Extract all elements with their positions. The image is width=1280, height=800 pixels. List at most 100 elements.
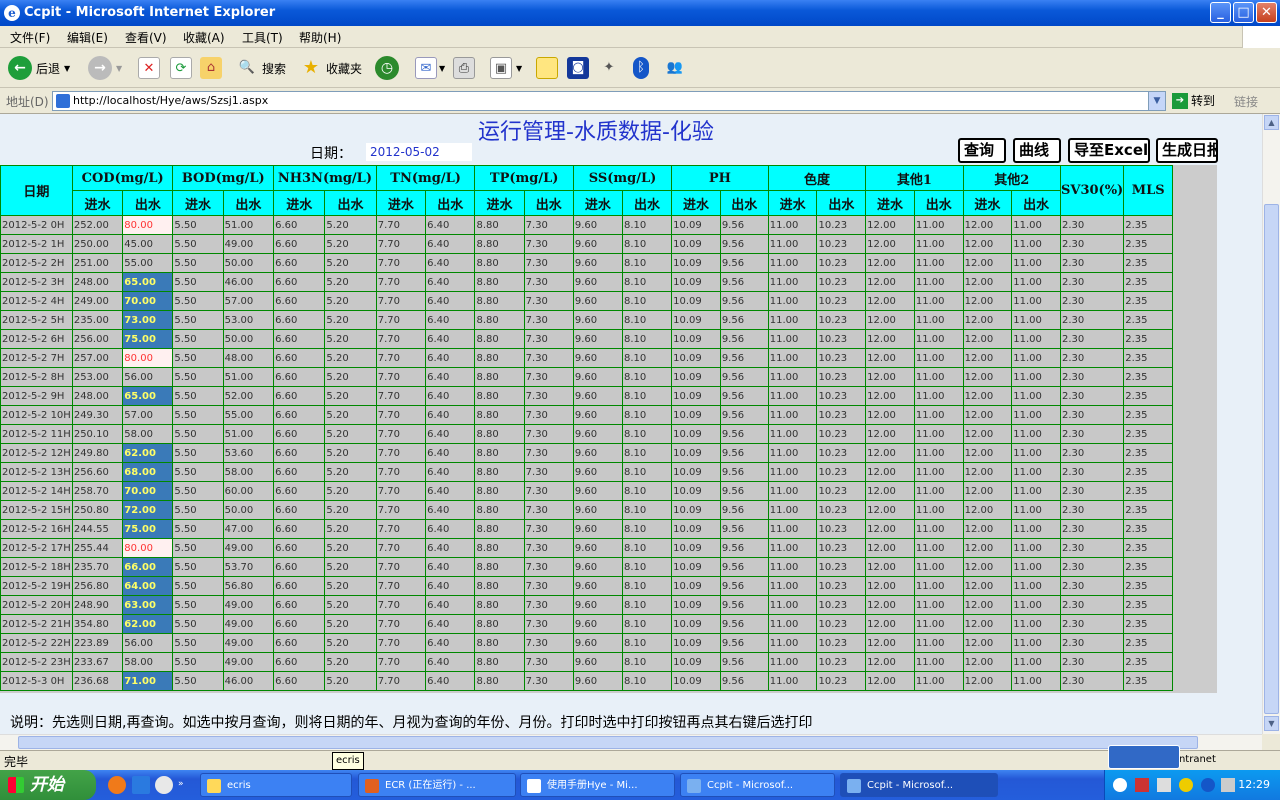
contacts-button[interactable]: 👥 (664, 55, 686, 81)
tray-app-icon[interactable] (1135, 778, 1149, 792)
address-input[interactable]: http://localhost/Hye/aws/Szsj1.aspx ▼ (52, 91, 1166, 111)
stop-button[interactable]: ✕ (138, 55, 160, 81)
notes-button[interactable] (536, 55, 558, 81)
mail-dropdown-icon[interactable]: ▼ (439, 64, 445, 73)
cell-date: 2012-5-2 21H (0, 614, 73, 634)
forward-button[interactable]: → ▼ (88, 55, 122, 81)
date-input[interactable]: 2012-05-02 (366, 143, 472, 161)
menu-help[interactable]: 帮助(H) (299, 29, 341, 46)
cell-o1-out: 11.00 (913, 652, 964, 672)
menu-tools[interactable]: 工具(T) (242, 29, 283, 46)
back-button[interactable]: ← 后退 ▼ (8, 55, 70, 81)
task-ccpit-2[interactable]: Ccpit - Microsof... (840, 773, 998, 797)
cell-o1-in: 12.00 (865, 386, 915, 406)
quicklaunch-more-icon[interactable]: » (178, 779, 184, 789)
cell-o1-out: 11.00 (913, 557, 964, 577)
favorites-button[interactable]: ★ 收藏夹 (300, 55, 362, 81)
generate-daily-report-button[interactable]: 生成日报 (1156, 138, 1218, 163)
menu-view[interactable]: 查看(V) (125, 29, 167, 46)
cell-tp-out: 7.30 (523, 272, 574, 292)
word-icon[interactable] (132, 776, 150, 794)
cell-nh3n-out: 5.20 (324, 386, 377, 406)
history-button[interactable]: ◷ (375, 55, 399, 81)
cell-date: 2012-5-2 4H (0, 291, 73, 311)
cell-ss-out: 8.10 (621, 538, 673, 558)
curve-button[interactable]: 曲线 (1013, 138, 1061, 163)
column-header-outflow: 出水 (222, 190, 275, 216)
task-ecris[interactable]: ecris (200, 773, 352, 797)
refresh-button[interactable]: ⟳ (170, 55, 192, 81)
vertical-scrollbar[interactable]: ▲ ▼ (1262, 114, 1280, 734)
scroll-up-icon[interactable]: ▲ (1264, 115, 1279, 130)
tray-expand-icon[interactable] (1113, 778, 1127, 792)
column-group-header: 色度 (767, 165, 867, 191)
address-dropdown-icon[interactable]: ▼ (1148, 92, 1165, 110)
forward-dropdown-icon[interactable]: ▼ (116, 64, 122, 73)
tray-bluetooth-icon[interactable] (1201, 778, 1215, 792)
close-button[interactable]: ✕ (1256, 2, 1277, 23)
cell-tn-out: 6.40 (425, 652, 476, 672)
print-button[interactable]: ⎙ (453, 55, 475, 81)
cell-ss-out: 8.10 (621, 253, 673, 273)
media-player-icon[interactable] (155, 776, 173, 794)
export-excel-button[interactable]: 导至Excel (1068, 138, 1150, 163)
cell-tp-in: 8.80 (474, 443, 525, 463)
cell-o1-in: 12.00 (865, 234, 915, 254)
cell-cod-out: 56.00 (122, 367, 174, 387)
maximize-button[interactable]: □ (1233, 2, 1254, 23)
minimize-button[interactable]: _ (1210, 2, 1231, 23)
bluetooth-button[interactable]: ᛒ (633, 55, 649, 81)
cell-date: 2012-5-2 0H (0, 215, 73, 235)
menu-edit[interactable]: 编辑(E) (67, 29, 108, 46)
menu-file[interactable]: 文件(F) (10, 29, 50, 46)
cell-tn-out: 6.40 (425, 443, 476, 463)
scroll-down-icon[interactable]: ▼ (1264, 716, 1279, 731)
vertical-scroll-thumb[interactable] (1264, 204, 1279, 714)
cell-date: 2012-5-2 1H (0, 234, 73, 254)
cell-ph-in: 10.09 (671, 462, 721, 482)
edit-dropdown-icon[interactable]: ▼ (516, 64, 522, 73)
cell-ss-out: 8.10 (621, 386, 673, 406)
cell-tp-in: 8.80 (474, 652, 525, 672)
task-ecr[interactable]: ECR (正在运行) - ... (358, 773, 516, 797)
search-button[interactable]: 🔍 搜索 (236, 55, 286, 81)
home-button[interactable]: ⌂ (200, 55, 222, 81)
horizontal-scrollbar[interactable] (0, 734, 1262, 750)
menu-favorites[interactable]: 收藏(A) (183, 29, 225, 46)
cell-cod-out: 71.00 (122, 671, 174, 691)
cell-tp-in: 8.80 (474, 424, 525, 444)
cell-sv30: 2.30 (1059, 310, 1125, 330)
back-dropdown-icon[interactable]: ▼ (64, 64, 70, 73)
tray-security-icon[interactable] (1179, 778, 1193, 792)
cell-tn-out: 6.40 (425, 272, 476, 292)
cell-bod-out: 53.70 (222, 557, 275, 577)
go-button[interactable]: ➔ 转到 (1172, 92, 1215, 109)
cell-color-out: 10.23 (816, 348, 867, 368)
task-manual[interactable]: 使用手册Hye - Mi... (520, 773, 675, 797)
horizontal-scroll-thumb[interactable] (18, 736, 1198, 749)
cell-ph-out: 9.56 (719, 595, 769, 615)
ime-language-bar[interactable] (1108, 745, 1180, 769)
cell-tp-in: 8.80 (474, 272, 525, 292)
start-button[interactable]: 开始 (0, 770, 96, 800)
research-button[interactable]: ◙ (567, 55, 589, 81)
mail-button[interactable]: ✉ ▼ (415, 55, 445, 81)
tray-volume-icon[interactable] (1221, 778, 1235, 792)
query-button[interactable]: 查询 (958, 138, 1006, 163)
firefox-icon[interactable] (108, 776, 126, 794)
cell-sv30: 2.30 (1059, 234, 1125, 254)
cell-cod-out: 70.00 (122, 481, 174, 501)
cell-sv30: 2.30 (1059, 367, 1125, 387)
cell-color-out: 10.23 (816, 500, 867, 520)
cell-tn-in: 7.70 (375, 348, 427, 368)
links-label[interactable]: 链接 (1234, 93, 1258, 110)
edit-button[interactable]: ▣ ▼ (490, 55, 522, 81)
task-ccpit-1[interactable]: Ccpit - Microsof... (680, 773, 835, 797)
window-titlebar[interactable]: e Ccpit - Microsoft Internet Explorer _ … (0, 0, 1280, 26)
cell-color-in: 11.00 (767, 633, 818, 653)
tray-network-icon[interactable] (1157, 778, 1171, 792)
cell-o2-out: 11.00 (1011, 633, 1061, 653)
column-header-inflow: 进水 (273, 190, 326, 216)
messenger-button[interactable]: ✦ (598, 55, 620, 81)
cell-sv30: 2.30 (1059, 576, 1125, 596)
